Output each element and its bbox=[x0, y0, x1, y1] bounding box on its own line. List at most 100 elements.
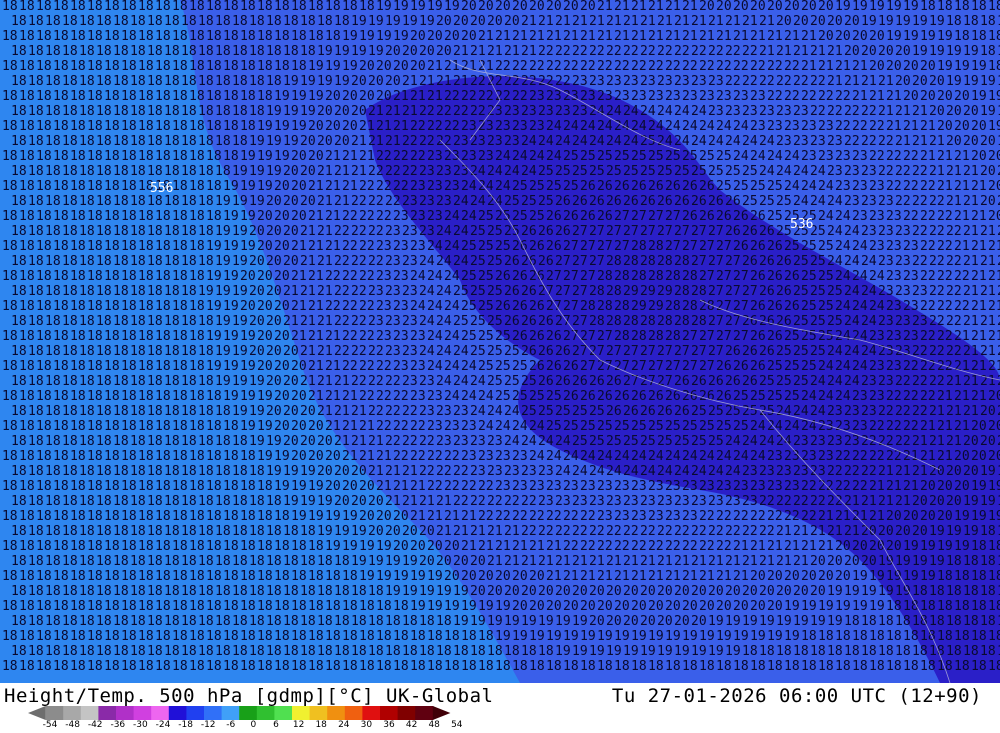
contour-label: 21 bbox=[980, 254, 996, 269]
contour-label: 18 bbox=[172, 269, 188, 284]
contour-label: 27 bbox=[657, 374, 673, 389]
contour-label: 19 bbox=[971, 89, 987, 104]
contour-label: 23 bbox=[852, 419, 868, 434]
contour-label: 18 bbox=[223, 569, 239, 584]
contour-label: 20 bbox=[461, 0, 477, 14]
contour-label: 18 bbox=[62, 164, 78, 179]
contour-label: 18 bbox=[79, 44, 95, 59]
contour-label: 21 bbox=[912, 134, 928, 149]
contour-label: 18 bbox=[130, 194, 146, 209]
contour-label: 19 bbox=[249, 434, 265, 449]
contour-label: 22 bbox=[402, 164, 418, 179]
contour-label: 18 bbox=[104, 479, 120, 494]
contour-label: 23 bbox=[589, 494, 605, 509]
contour-label: 19 bbox=[835, 0, 851, 14]
contour-label: 22 bbox=[436, 104, 452, 119]
contour-label: 18 bbox=[198, 644, 214, 659]
contour-label: 23 bbox=[623, 494, 639, 509]
contour-label: 21 bbox=[555, 14, 571, 29]
contour-label: 18 bbox=[113, 584, 129, 599]
colorbar-segment bbox=[344, 706, 363, 720]
contour-label: 24 bbox=[631, 119, 647, 134]
contour-label: 21 bbox=[835, 509, 851, 524]
contour-label: 25 bbox=[793, 254, 809, 269]
contour-label: 25 bbox=[487, 374, 503, 389]
contour-label: 18 bbox=[121, 359, 137, 374]
contour-label: 19 bbox=[708, 644, 724, 659]
contour-label: 18 bbox=[912, 584, 928, 599]
contour-label: 20 bbox=[419, 524, 435, 539]
contour-label: 25 bbox=[801, 299, 817, 314]
contour-label: 22 bbox=[699, 509, 715, 524]
contour-label: 18 bbox=[147, 434, 163, 449]
contour-label: 21 bbox=[351, 404, 367, 419]
contour-label: 23 bbox=[563, 479, 579, 494]
contour-label: 22 bbox=[801, 479, 817, 494]
contour-label: 18 bbox=[147, 194, 163, 209]
contour-label: 23 bbox=[912, 284, 928, 299]
contour-label: 25 bbox=[759, 194, 775, 209]
contour-label: 18 bbox=[70, 269, 86, 284]
contour-label: 25 bbox=[818, 269, 834, 284]
contour-label: 18 bbox=[11, 644, 27, 659]
contour-label: 21 bbox=[444, 509, 460, 524]
contour-label: 21 bbox=[895, 464, 911, 479]
contour-label: 24 bbox=[597, 119, 613, 134]
contour-label: 22 bbox=[835, 479, 851, 494]
contour-label: 18 bbox=[359, 629, 375, 644]
contour-label: 23 bbox=[478, 149, 494, 164]
contour-label: 24 bbox=[436, 374, 452, 389]
contour-label: 18 bbox=[359, 0, 375, 14]
contour-label: 18 bbox=[164, 644, 180, 659]
contour-label: 23 bbox=[385, 314, 401, 329]
contour-label: 18 bbox=[155, 569, 171, 584]
contour-label: 23 bbox=[827, 404, 843, 419]
contour-label: 24 bbox=[470, 194, 486, 209]
contour-label: 25 bbox=[818, 329, 834, 344]
contour-label: 18 bbox=[206, 149, 222, 164]
contour-label: 22 bbox=[419, 134, 435, 149]
contour-label: 20 bbox=[300, 134, 316, 149]
contour-label: 18 bbox=[53, 599, 69, 614]
contour-label: 18 bbox=[206, 479, 222, 494]
contour-label: 21 bbox=[529, 539, 545, 554]
contour-label: 22 bbox=[359, 329, 375, 344]
contour-label: 20 bbox=[648, 599, 664, 614]
contour-label: 27 bbox=[563, 239, 579, 254]
contour-label: 21 bbox=[818, 509, 834, 524]
contour-label: 19 bbox=[351, 524, 367, 539]
contour-label: 23 bbox=[886, 359, 902, 374]
contour-label: 18 bbox=[19, 449, 35, 464]
contour-label: 20 bbox=[980, 164, 996, 179]
contour-label: 20 bbox=[699, 0, 715, 14]
contour-label: 18 bbox=[130, 254, 146, 269]
contour-label: 18 bbox=[62, 584, 78, 599]
contour-label: 21 bbox=[750, 29, 766, 44]
contour-label: 22 bbox=[385, 434, 401, 449]
contour-label: 18 bbox=[427, 629, 443, 644]
contour-label: 23 bbox=[878, 374, 894, 389]
contour-label: 27 bbox=[699, 269, 715, 284]
contour-label: 24 bbox=[623, 134, 639, 149]
contour-label: 18 bbox=[113, 494, 129, 509]
contour-label: 20 bbox=[750, 569, 766, 584]
contour-label: 26 bbox=[512, 269, 528, 284]
contour-label: 18 bbox=[963, 614, 979, 629]
contour-label: 18 bbox=[215, 14, 231, 29]
contour-label: 18 bbox=[223, 419, 239, 434]
contour-label: 18 bbox=[164, 434, 180, 449]
contour-label: 24 bbox=[606, 464, 622, 479]
contour-label: 22 bbox=[470, 74, 486, 89]
contour-label: 27 bbox=[648, 209, 664, 224]
contour-label: 22 bbox=[342, 329, 358, 344]
contour-label: 23 bbox=[886, 239, 902, 254]
contour-label: 18 bbox=[223, 59, 239, 74]
contour-label: 18 bbox=[96, 374, 112, 389]
contour-label: 20 bbox=[988, 419, 1000, 434]
contour-label: 27 bbox=[674, 344, 690, 359]
contour-label: 19 bbox=[657, 644, 673, 659]
contour-label: 25 bbox=[495, 359, 511, 374]
contour-label: 21 bbox=[308, 389, 324, 404]
contour-label: 22 bbox=[912, 194, 928, 209]
contour-label: 18 bbox=[28, 374, 44, 389]
